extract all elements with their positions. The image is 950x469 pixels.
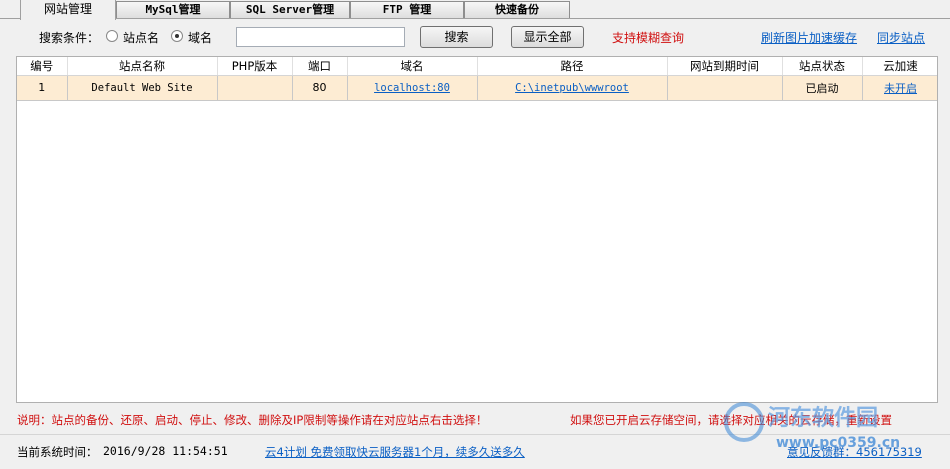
column-header-port[interactable]: 端口 bbox=[292, 57, 348, 76]
operation-notice: 说明：站点的备份、还原、启动、停止、修改、删除及IP限制等操作请在对应站点右击选… bbox=[17, 413, 488, 427]
tab-sqlserver-management[interactable]: SQL Server管理 bbox=[230, 1, 350, 18]
cell-domain-link[interactable]: localhost:80 bbox=[347, 75, 478, 101]
cell-php-version bbox=[217, 75, 293, 101]
column-header-expire-time[interactable]: 网站到期时间 bbox=[667, 57, 783, 76]
tab-quick-backup[interactable]: 快速备份 bbox=[464, 1, 570, 18]
radio-site-name[interactable] bbox=[106, 30, 118, 42]
cell-id: 1 bbox=[17, 75, 68, 101]
cell-cloud-accel-link[interactable]: 未开启 bbox=[862, 75, 937, 101]
radio-site-name-label[interactable]: 站点名 bbox=[123, 29, 159, 46]
table-header-row: 编号 站点名称 PHP版本 端口 域名 路径 网站到期时间 站点状态 云加速 bbox=[17, 57, 937, 76]
search-condition-label: 搜索条件： bbox=[39, 31, 100, 45]
cloud-storage-notice: 如果您已开启云存储空间，请选择对应相关的云存储，重新设置 bbox=[570, 413, 892, 427]
cell-status: 已启动 bbox=[782, 75, 863, 101]
promo-link[interactable]: 云4计划 免费领取快云服务器1个月，续多久送多久 bbox=[265, 444, 525, 460]
column-header-path[interactable]: 路径 bbox=[477, 57, 668, 76]
feedback-group[interactable]: 意见反馈群：456175319 bbox=[787, 444, 922, 460]
tab-mysql-management[interactable]: MySql管理 bbox=[116, 1, 230, 18]
search-input[interactable] bbox=[236, 27, 405, 47]
table-row[interactable]: 1 Default Web Site 80 localhost:80 C:\in… bbox=[17, 75, 937, 101]
column-header-id[interactable]: 编号 bbox=[17, 57, 68, 76]
cell-expire-time bbox=[667, 75, 783, 101]
column-header-php-version[interactable]: PHP版本 bbox=[217, 57, 293, 76]
tab-ftp-management[interactable]: FTP 管理 bbox=[350, 1, 464, 18]
cell-port: 80 bbox=[292, 75, 348, 101]
tab-bar: 网站管理 MySql管理 SQL Server管理 FTP 管理 快速备份 bbox=[0, 0, 950, 20]
system-time-value: 2016/9/28 11:54:51 bbox=[103, 444, 228, 458]
tab-site-management[interactable]: 网站管理 bbox=[20, 0, 116, 20]
radio-domain[interactable] bbox=[171, 30, 183, 42]
status-bar: 当前系统时间： 2016/9/28 11:54:51 云4计划 免费领取快云服务… bbox=[0, 434, 950, 469]
sync-sites-link[interactable]: 同步站点 bbox=[877, 29, 925, 46]
column-header-domain[interactable]: 域名 bbox=[347, 57, 478, 76]
refresh-image-cache-link[interactable]: 刷新图片加速缓存 bbox=[761, 29, 857, 46]
show-all-button[interactable]: 显示全部 bbox=[511, 26, 584, 48]
search-bar: 搜索条件： 站点名 域名 搜索 显示全部 支持模糊查询 刷新图片加速缓存 同步站… bbox=[0, 24, 950, 50]
cell-site-name: Default Web Site bbox=[67, 75, 218, 101]
search-button[interactable]: 搜索 bbox=[420, 26, 493, 48]
cell-path-link[interactable]: C:\inetpub\wwwroot bbox=[477, 75, 668, 101]
column-header-cloud-accel[interactable]: 云加速 bbox=[862, 57, 937, 76]
column-header-site-name[interactable]: 站点名称 bbox=[67, 57, 218, 76]
radio-domain-label[interactable]: 域名 bbox=[188, 29, 212, 46]
column-header-status[interactable]: 站点状态 bbox=[782, 57, 863, 76]
system-time-label: 当前系统时间： bbox=[17, 445, 98, 459]
site-table[interactable]: 编号 站点名称 PHP版本 端口 域名 路径 网站到期时间 站点状态 云加速 1… bbox=[16, 56, 938, 403]
fuzzy-search-note: 支持模糊查询 bbox=[612, 31, 685, 45]
